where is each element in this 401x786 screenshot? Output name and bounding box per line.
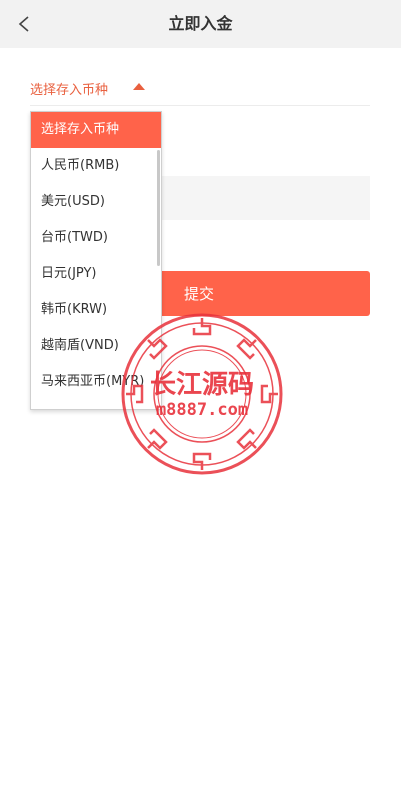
currency-option[interactable]: 人民币(RMB) [31, 148, 161, 184]
currency-dropdown[interactable]: 选择存入币种 人民币(RMB) 美元(USD) 台币(TWD) 日元(JPY) … [30, 111, 162, 410]
currency-option[interactable]: 选择存入币种 [31, 112, 161, 148]
caret-up-icon [133, 83, 145, 90]
currency-option[interactable]: 越南盾(VND) [31, 328, 161, 364]
page-title: 立即入金 [168, 14, 233, 33]
watermark-brand-text: 长江源码 [150, 370, 254, 400]
currency-option[interactable]: 台币(TWD) [31, 220, 161, 256]
amount-input[interactable] [150, 176, 370, 220]
watermark-url-text: m8887.com [156, 400, 248, 420]
currency-select-label: 选择存入币种 [30, 83, 109, 98]
currency-select[interactable]: 选择存入币种 [30, 70, 370, 106]
currency-option[interactable]: 韩币(KRW) [31, 292, 161, 328]
submit-button[interactable]: 提交 [150, 271, 370, 316]
currency-option[interactable]: 日元(JPY) [31, 256, 161, 292]
dropdown-scrollbar[interactable] [157, 150, 160, 266]
currency-option-list: 选择存入币种 人民币(RMB) 美元(USD) 台币(TWD) 日元(JPY) … [31, 112, 161, 400]
header-bar: 立即入金 [0, 0, 401, 48]
currency-option[interactable]: 马来西亚币(MYR) [31, 364, 161, 400]
currency-option[interactable]: 美元(USD) [31, 184, 161, 220]
